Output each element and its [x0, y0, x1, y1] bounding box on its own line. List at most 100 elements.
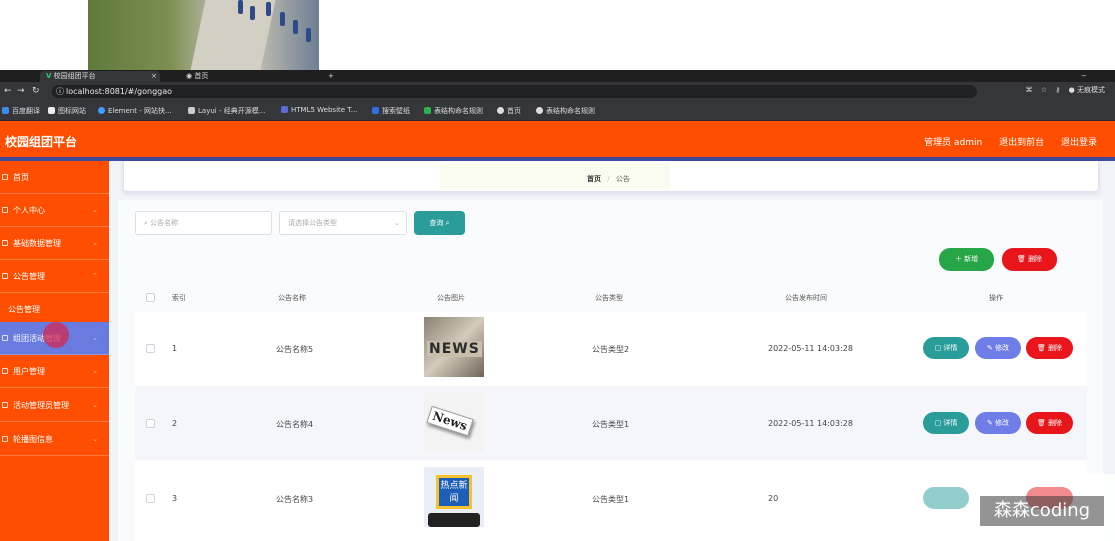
key-icon[interactable]: ⚷ — [1055, 86, 1060, 94]
bookmark-item[interactable]: 表结构命名规则 — [536, 106, 595, 116]
row-checkbox[interactable] — [146, 344, 155, 353]
row-index: 1 — [172, 344, 178, 353]
breadcrumb-highlight — [440, 164, 670, 190]
add-label: 新增 — [964, 255, 979, 263]
browser-tab-label: 校园组团平台 — [53, 72, 96, 80]
column-header-image: 公告图片 — [437, 294, 465, 302]
hot-news-badge: 热点新闻 — [436, 475, 472, 509]
bookmark-item[interactable]: HTML5 Website T... — [281, 106, 357, 114]
detail-label: 详情 — [943, 419, 958, 427]
browser-tab-active[interactable]: V 校园组团平台 × — [40, 71, 160, 82]
chevron-down-icon: ⌄ — [92, 239, 98, 247]
add-button[interactable]: ＋ 新增 — [939, 248, 994, 271]
row-name: 公告名称3 — [276, 495, 314, 504]
sidebar-item-home[interactable]: 首页 — [0, 161, 109, 194]
logout-link[interactable]: 退出登录 — [1061, 138, 1097, 148]
back-icon[interactable]: ← — [4, 86, 12, 96]
detail-button[interactable]: ▢ 详情 — [923, 412, 969, 434]
notice-icon — [2, 273, 8, 279]
bookmark-item[interactable]: 搜索壁纸 — [372, 106, 410, 116]
column-header-type: 公告类型 — [595, 294, 623, 302]
sidebar-item-label: 基础数据管理 — [13, 239, 61, 248]
html5-icon — [281, 106, 288, 113]
notice-type-placeholder: 请选择公告类型 — [288, 219, 337, 227]
detail-button[interactable] — [923, 487, 969, 509]
row-type: 公告类型1 — [592, 420, 630, 429]
search-icon: ⌕ — [144, 219, 148, 227]
globe-icon — [497, 107, 504, 114]
sidebar-item-base-data[interactable]: 基础数据管理 ⌄ — [0, 227, 109, 260]
bookmark-item[interactable]: 图标网站 — [48, 106, 86, 116]
sidebar-item-activity-admins[interactable]: 活动管理员管理 ⌄ — [0, 389, 109, 422]
browser-tab-strip: V 校园组团平台 × ◉ 首页 + − — [0, 70, 1115, 82]
edit-button[interactable]: ✎ 修改 — [975, 337, 1021, 359]
app-title: 校园组团平台 — [5, 135, 78, 149]
bookmark-item[interactable]: 表结构命名规则 — [424, 106, 483, 116]
query-button[interactable]: 查询 ⌕ — [414, 211, 465, 235]
bookmarks-bar: 百度翻译 图标网站 Element - 网站快... Layui - 经典开源模… — [0, 101, 1115, 121]
row-delete-button[interactable]: 🗑 删除 — [1026, 337, 1073, 359]
bookmark-item[interactable]: Element - 网站快... — [98, 106, 172, 116]
star-icon[interactable]: ☆ — [1041, 86, 1047, 94]
close-icon[interactable]: × — [151, 71, 157, 82]
row-checkbox[interactable] — [146, 419, 155, 428]
back-to-front-link[interactable]: 退出到前台 — [999, 138, 1044, 148]
edit-button[interactable]: ✎ 修改 — [975, 412, 1021, 434]
chevron-up-icon: ⌃ — [92, 272, 98, 280]
sidebar-item-carousel[interactable]: 轮播图信息 ⌄ — [0, 423, 109, 456]
trash-icon: 🗑 — [1036, 344, 1046, 352]
notice-image: News — [424, 392, 484, 452]
notice-type-select[interactable]: 请选择公告类型 ⌄ — [279, 211, 407, 235]
sidebar-item-users[interactable]: 用户管理 ⌄ — [0, 355, 109, 388]
trash-icon: 🗑 — [1036, 419, 1046, 427]
column-header-actions: 操作 — [989, 294, 1003, 302]
row-checkbox[interactable] — [146, 494, 155, 503]
admin-icon — [2, 402, 8, 408]
wallpaper-icon — [372, 107, 379, 114]
chevron-down-icon: ⌄ — [92, 401, 98, 409]
batch-delete-button[interactable]: 🗑 删除 — [1002, 248, 1057, 271]
edit-icon: ✎ — [986, 344, 993, 352]
profile-area[interactable]: ⌘ ☆ ⚷ ● 无痕模式 — [1026, 85, 1105, 95]
url-input[interactable]: ⓘ localhost:8081/#/gonggao — [52, 85, 977, 98]
bookmark-item[interactable]: 百度翻译 — [2, 106, 40, 116]
phone-graphic — [428, 513, 480, 527]
chevron-down-icon: ⌄ — [92, 334, 98, 342]
notice-image: NEWS — [424, 317, 484, 377]
row-name: 公告名称4 — [276, 420, 314, 429]
sidebar-item-label: 轮播图信息 — [13, 435, 53, 444]
breadcrumb: 首页 / 公告 — [587, 174, 630, 184]
edit-label: 修改 — [995, 344, 1010, 352]
row-index: 3 — [172, 494, 178, 503]
reload-icon[interactable]: ↻ — [32, 86, 40, 96]
sidebar-item-notice[interactable]: 公告管理 ⌃ — [0, 260, 109, 293]
bookmark-item[interactable]: Layui - 经典开源模... — [188, 106, 265, 116]
breadcrumb-current: 公告 — [615, 175, 630, 183]
bookmark-item[interactable]: 首页 — [497, 106, 521, 116]
layui-icon — [188, 107, 195, 114]
minimize-icon[interactable]: − — [1075, 71, 1093, 82]
select-all-checkbox[interactable] — [146, 293, 155, 302]
news-image-text: NEWS — [427, 341, 482, 357]
edit-icon: ✎ — [986, 419, 993, 427]
home-icon — [2, 174, 8, 180]
row-delete-button[interactable]: 🗑 删除 — [1026, 412, 1073, 434]
address-bar-row: ← → ↻ ⓘ localhost:8081/#/gonggao ⌘ ☆ ⚷ ●… — [0, 82, 1115, 101]
row-time: 2022-05-11 14:03:28 — [768, 419, 853, 428]
breadcrumb-home[interactable]: 首页 — [587, 175, 601, 183]
browser-tab[interactable]: ◉ 首页 — [180, 71, 300, 82]
query-label: 查询 — [429, 219, 444, 227]
sheet-icon — [424, 107, 431, 114]
photo-person — [238, 0, 243, 14]
column-header-index: 索引 — [172, 294, 186, 302]
chevron-down-icon: ⌄ — [92, 435, 98, 443]
grid-icon — [2, 240, 8, 246]
notice-name-input[interactable]: ⌕ 公告名称 — [135, 211, 272, 235]
new-tab-button[interactable]: + — [322, 71, 340, 82]
translate-icon[interactable]: ⌘ — [1026, 86, 1033, 94]
detail-button[interactable]: ▢ 详情 — [923, 337, 969, 359]
sidebar-item-profile[interactable]: 个人中心 ⌄ — [0, 194, 109, 227]
photo-person — [266, 2, 271, 16]
forward-icon[interactable]: → — [17, 86, 25, 96]
row-time: 20 — [768, 494, 779, 503]
